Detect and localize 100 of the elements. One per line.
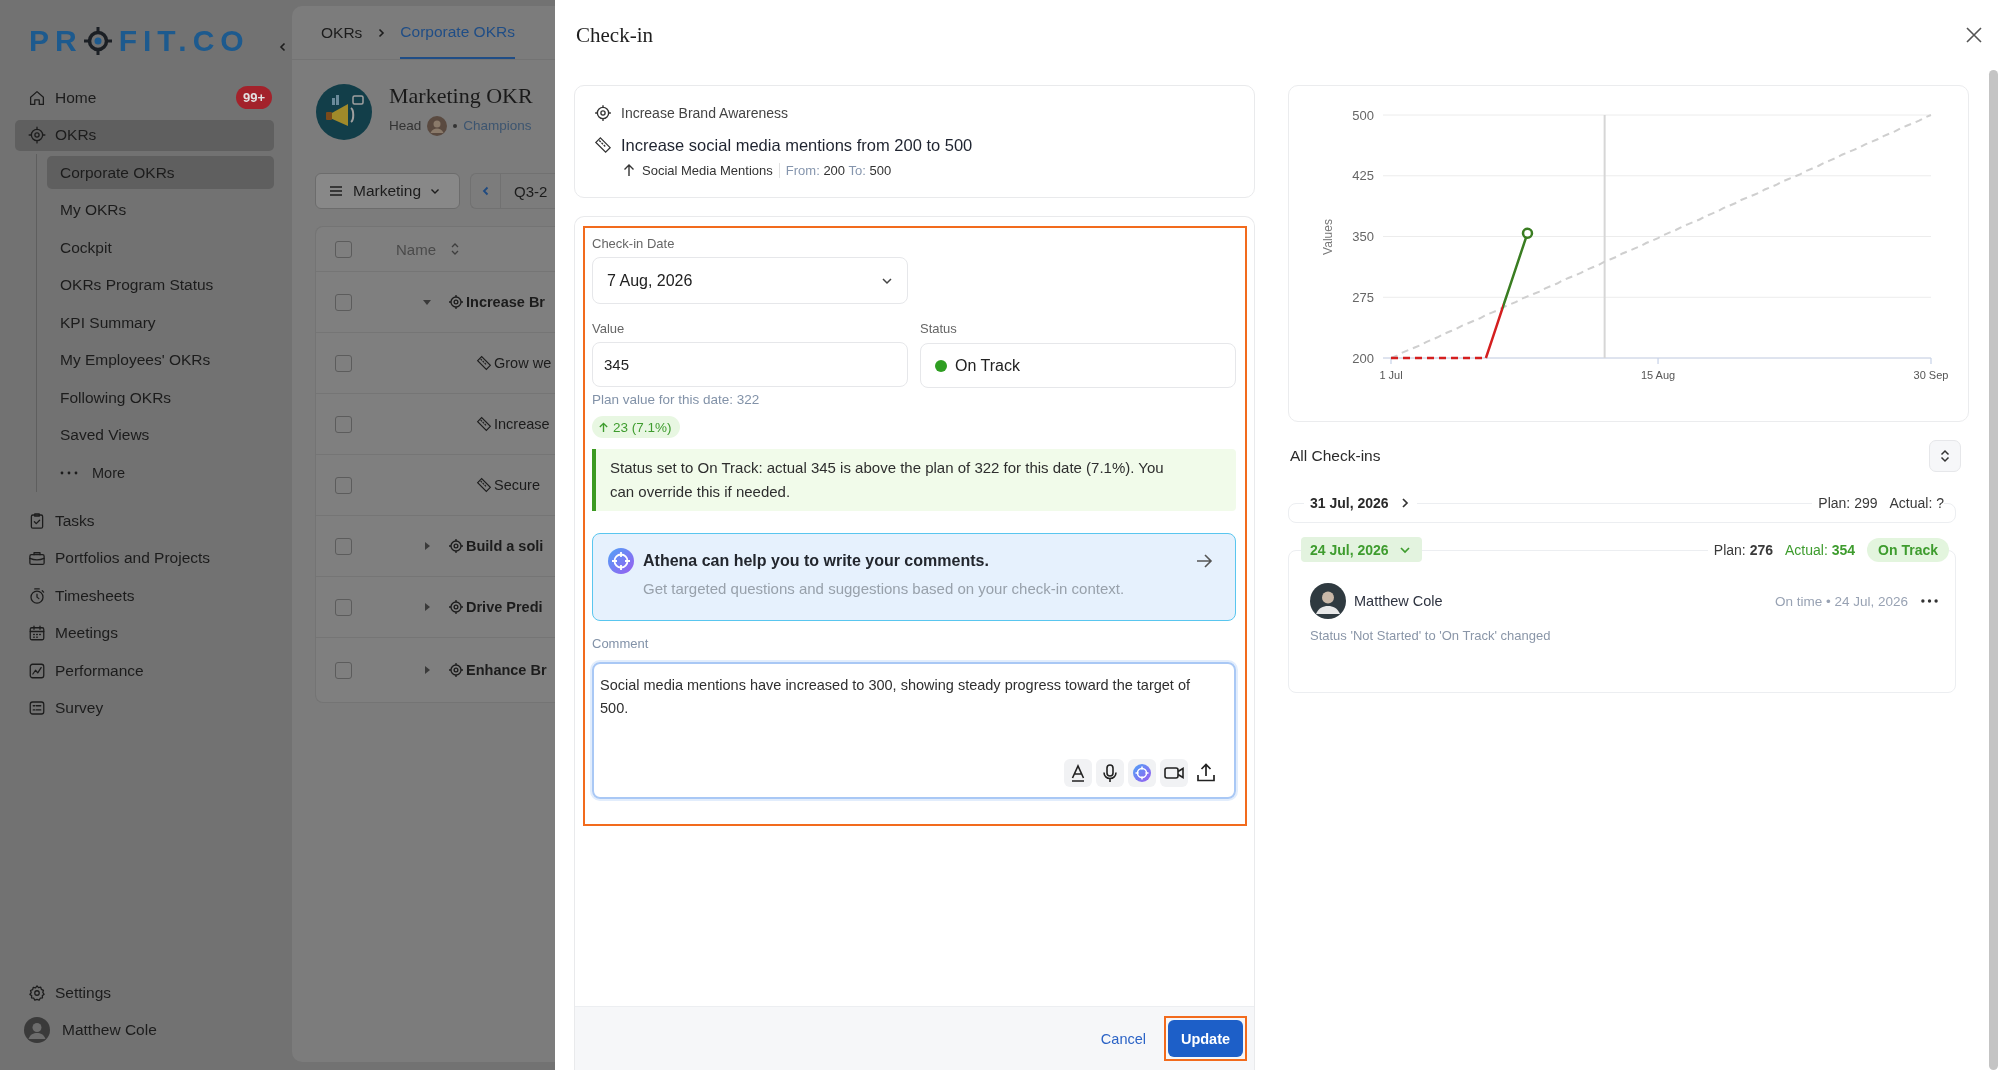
nav-subitem[interactable]: Corporate OKRs — [47, 156, 274, 190]
y-tick-label: 425 — [1352, 168, 1374, 184]
nav-item[interactable]: Timesheets — [15, 580, 274, 612]
objective-name[interactable]: Enhance Br — [466, 662, 547, 678]
settings-link[interactable]: Settings — [15, 977, 274, 1009]
nav-item[interactable]: Performance — [15, 655, 274, 687]
ruler-icon — [594, 136, 612, 154]
head-label: Head — [389, 118, 422, 133]
row-checkbox[interactable] — [335, 354, 352, 372]
objective-name[interactable]: Build a soli — [466, 538, 544, 554]
key-result-name[interactable]: Increase — [494, 416, 550, 432]
objective-title: Increase Brand Awareness — [621, 105, 789, 121]
y-tick-label: 500 — [1352, 107, 1374, 123]
arrow-up-icon — [622, 163, 636, 177]
notification-badge: 99+ — [235, 86, 272, 110]
nav-subitem[interactable]: KPI Summary — [47, 306, 274, 340]
nav-item[interactable]: OKRs — [15, 119, 274, 151]
chevron-left-icon — [480, 186, 491, 196]
gear-icon — [28, 983, 46, 1002]
target-icon — [83, 27, 112, 55]
caret-right-icon[interactable] — [422, 602, 432, 612]
nav-subitem[interactable]: My Employees' OKRs — [47, 343, 274, 377]
nav-subitem[interactable]: Following OKRs — [47, 381, 274, 415]
breadcrumb-link[interactable]: OKRs — [321, 6, 363, 59]
team-filter-dropdown[interactable]: Marketing — [315, 173, 460, 209]
sort-icon[interactable] — [450, 242, 460, 256]
target-icon — [448, 538, 464, 554]
plan-value: Plan: 299 — [1818, 495, 1878, 511]
nav-subitem[interactable]: OKRs Program Status — [47, 268, 274, 302]
text-format-icon[interactable] — [1064, 759, 1092, 787]
calendar-icon — [28, 624, 46, 643]
breadcrumb-link[interactable]: Corporate OKRs — [400, 6, 515, 59]
actual-value: Actual: 354 — [1785, 541, 1856, 558]
y-tick-label: 200 — [1352, 350, 1374, 366]
ruler-icon — [476, 477, 492, 493]
page-title: Marketing OKR — [389, 82, 533, 109]
arrow-up-icon — [598, 421, 609, 433]
y-tick-label: 275 — [1352, 289, 1374, 305]
athena-icon[interactable] — [1128, 759, 1156, 787]
data-point-marker — [1521, 227, 1534, 239]
logo-text: FIT.CO — [118, 23, 250, 59]
checkin-note: Status 'Not Started' to 'On Track' changed — [1310, 628, 1552, 644]
comment-field[interactable]: Social media mentions have increased to 300, showing steady progress toward the target of 500. — [592, 662, 1236, 799]
row-checkbox[interactable] — [335, 598, 352, 616]
row-checkbox[interactable] — [335, 537, 352, 555]
microphone-icon[interactable] — [1096, 759, 1124, 787]
logo-text: PR — [29, 23, 83, 59]
nav-subitem[interactable]: Saved Views — [47, 418, 274, 452]
avatar — [24, 1017, 50, 1044]
caret-down-icon[interactable] — [422, 297, 432, 307]
author-name: Matthew Cole — [1354, 593, 1443, 609]
status-notice: Status set to On Track: actual 345 is above the plan of 322 for this date (7.1%). You can override this if needed. — [592, 449, 1236, 511]
ruler-icon — [476, 416, 492, 432]
nav-item[interactable]: Portfolios and Projects — [15, 542, 274, 574]
home-icon — [28, 88, 46, 107]
target-icon — [594, 104, 612, 122]
avatar — [427, 115, 448, 136]
arrow-right-icon[interactable] — [1195, 552, 1213, 570]
period-label[interactable]: Q3-2 — [514, 182, 548, 200]
status-dropdown[interactable]: On Track — [920, 343, 1236, 388]
chevron-right-icon — [376, 27, 387, 38]
key-result-name[interactable]: Grow we — [494, 355, 552, 371]
chevron-down-icon — [430, 186, 441, 196]
chevron-left-icon — [278, 42, 288, 52]
checkin-date-toggle[interactable]: 24 Jul, 2026 — [1301, 537, 1422, 562]
close-icon[interactable] — [1965, 26, 1983, 44]
metric-name: Social Media Mentions — [642, 162, 780, 178]
caret-right-icon[interactable] — [422, 665, 432, 675]
section-title: All Check-ins — [1290, 447, 1381, 465]
nav-subitem[interactable]: My OKRs — [47, 193, 274, 227]
avatar — [1310, 583, 1346, 619]
sort-button[interactable] — [1929, 440, 1961, 472]
assistant-subtitle: Get targeted questions and suggestions based on your check-in context. — [643, 579, 1125, 599]
scrollbar-thumb[interactable] — [1989, 70, 1998, 1070]
date-dropdown[interactable]: 7 Aug, 2026 — [592, 257, 908, 304]
nav-subitem[interactable]: Cockpit — [47, 231, 274, 265]
row-checkbox[interactable] — [335, 661, 352, 679]
value-input[interactable]: 345 — [592, 342, 908, 387]
row-checkbox[interactable] — [335, 293, 352, 311]
nav-item[interactable]: Survey — [15, 692, 274, 724]
objective-name[interactable]: Increase Br — [466, 294, 545, 310]
user-name[interactable]: Matthew Cole — [62, 1021, 157, 1040]
caret-right-icon[interactable] — [422, 541, 432, 551]
key-result-name[interactable]: Secure — [494, 477, 540, 493]
line-chart-icon — [28, 661, 46, 680]
cancel-button[interactable]: Cancel — [1100, 1030, 1146, 1047]
nav-item[interactable]: Home 99+ — [15, 82, 274, 114]
row-checkbox[interactable] — [335, 415, 352, 433]
nav-item[interactable]: Tasks — [15, 505, 274, 537]
video-camera-icon[interactable] — [1160, 759, 1188, 787]
team-link[interactable]: Champions — [463, 118, 532, 133]
more-icon[interactable] — [1921, 599, 1938, 603]
update-button[interactable]: Update — [1168, 1020, 1243, 1057]
nav-subitem[interactable]: More — [47, 456, 274, 490]
objective-name[interactable]: Drive Predi — [466, 599, 543, 615]
ruler-icon — [476, 355, 492, 371]
nav-item[interactable]: Meetings — [15, 617, 274, 649]
row-checkbox[interactable] — [335, 476, 352, 494]
field-label: Value — [592, 321, 625, 337]
select-all-checkbox[interactable] — [335, 240, 352, 258]
